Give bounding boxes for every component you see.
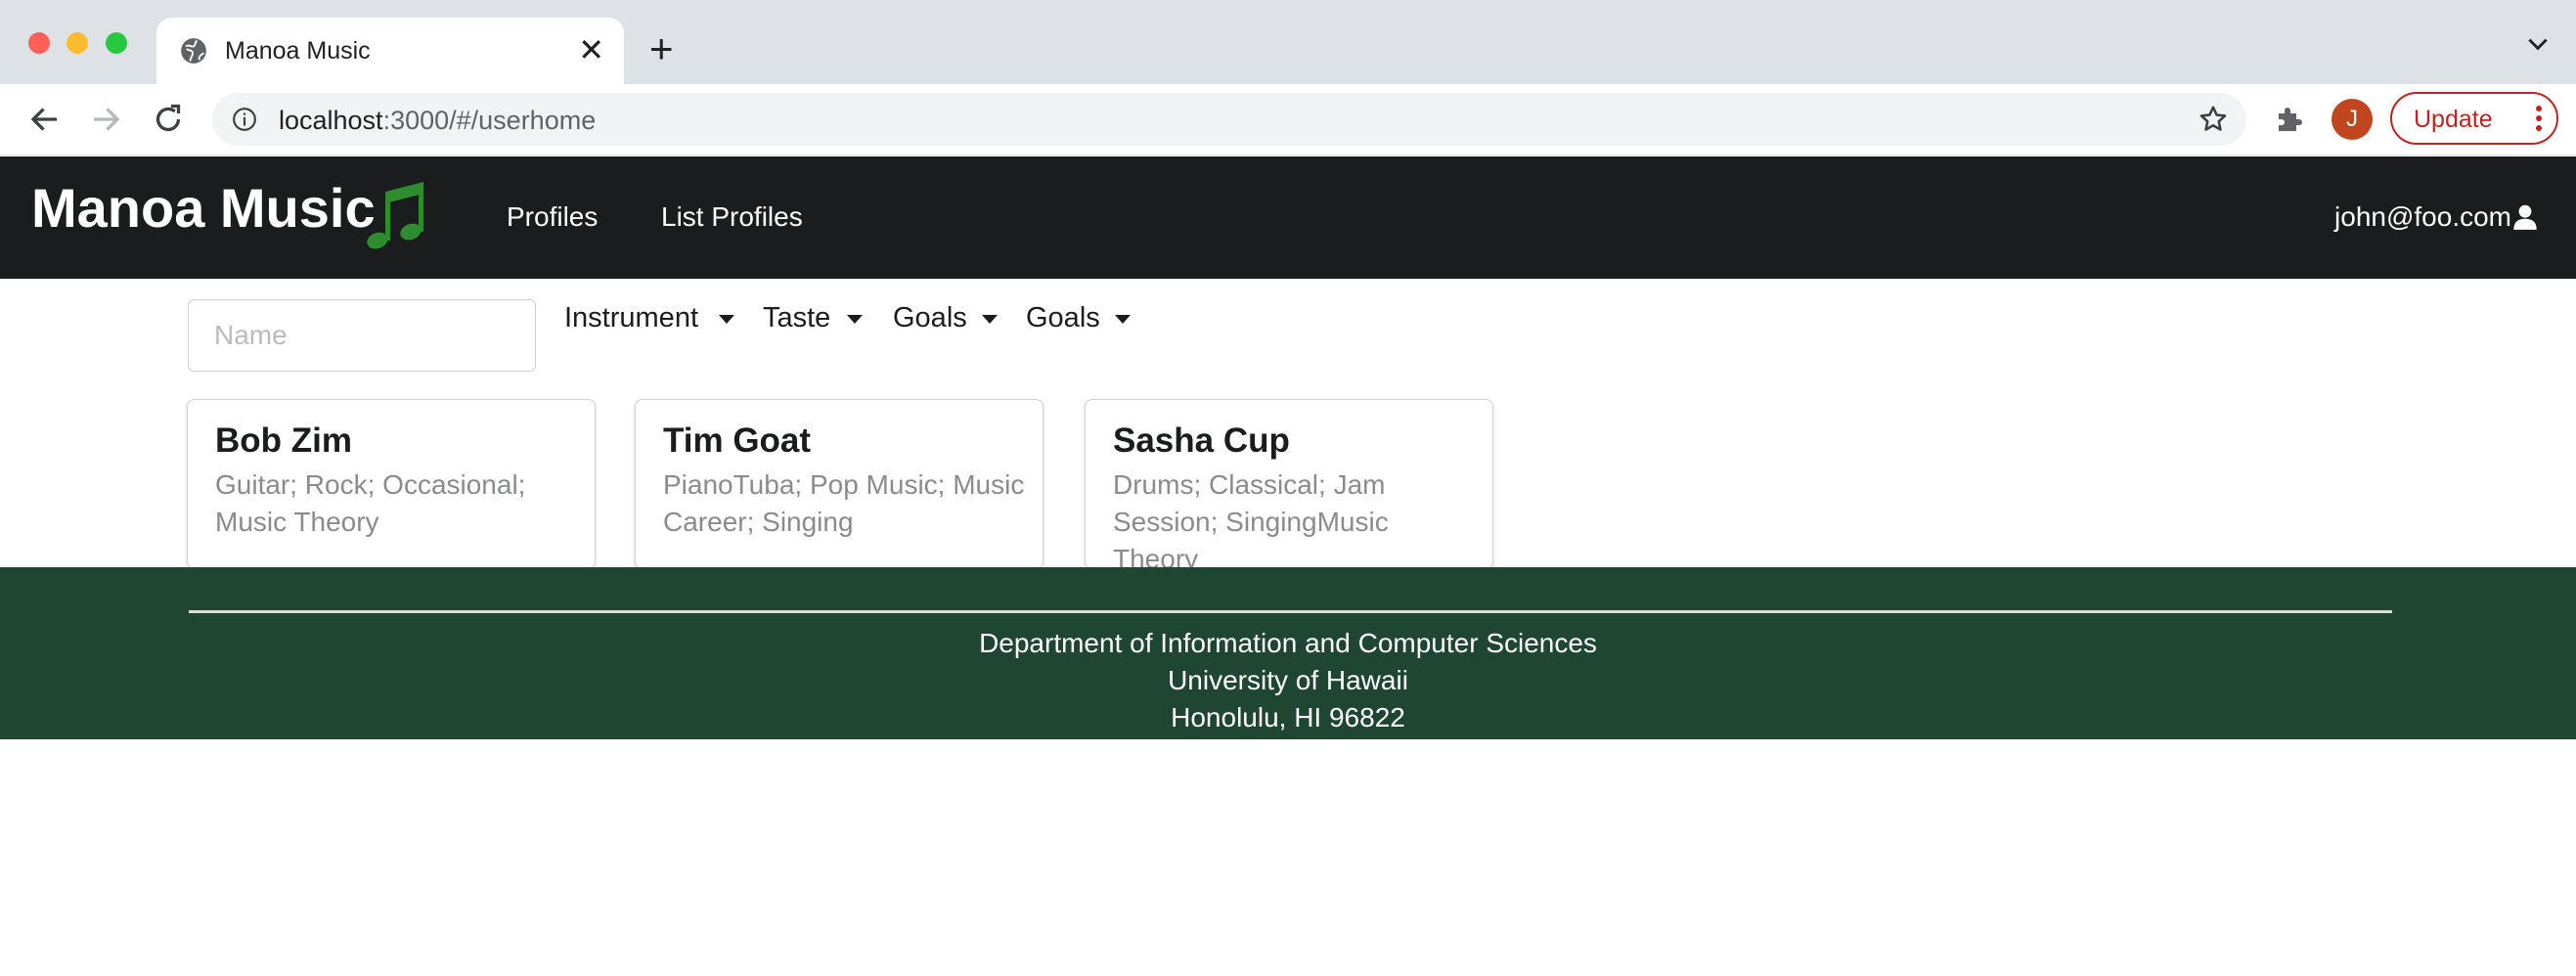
- nav-item-profiles[interactable]: Profiles: [507, 201, 598, 233]
- caret-down-icon: [1115, 315, 1131, 324]
- url-host: localhost: [279, 106, 383, 135]
- bookmark-star-icon[interactable]: [2198, 104, 2229, 135]
- browser-toolbar: localhost:3000/#/userhome J Update: [0, 84, 2576, 155]
- taste-dropdown[interactable]: Taste: [763, 302, 863, 341]
- globe-icon: [181, 38, 206, 64]
- window-zoom-button[interactable]: [106, 32, 127, 54]
- taste-dropdown-label: Taste: [763, 302, 831, 333]
- goals-dropdown-secondary-label: Goals: [1026, 302, 1100, 333]
- browser-tab[interactable]: Manoa Music ✕: [156, 18, 624, 84]
- profile-card[interactable]: Bob Zim Guitar; Rock; Occasional; Music …: [187, 399, 596, 569]
- caret-down-icon: [847, 315, 863, 324]
- window-minimize-button[interactable]: [67, 32, 88, 54]
- chevron-down-icon[interactable]: [2525, 31, 2551, 57]
- instrument-dropdown-label: Instrument: [564, 302, 698, 333]
- profile-card-name: Bob Zim: [215, 421, 352, 460]
- footer-university: University of Hawaii: [1168, 665, 1408, 695]
- url-text: localhost:3000/#/userhome: [279, 106, 596, 136]
- tab-close-icon[interactable]: ✕: [578, 33, 604, 67]
- goals-dropdown-secondary[interactable]: Goals: [1026, 302, 1131, 341]
- update-label: Update: [2414, 106, 2493, 133]
- browser-tab-strip: Manoa Music ✕ +: [0, 0, 2576, 84]
- profile-card[interactable]: Sasha Cup Drums; Classical; Jam Session;…: [1085, 399, 1493, 574]
- brand-title[interactable]: Manoa Music: [31, 176, 376, 240]
- profile-card-meta: Guitar; Rock; Occasional; Music Theory: [215, 469, 526, 537]
- profile-card-name: Tim Goat: [663, 421, 812, 460]
- goals-dropdown[interactable]: Goals: [893, 302, 998, 341]
- info-icon[interactable]: [232, 107, 257, 132]
- profile-avatar[interactable]: J: [2332, 99, 2373, 140]
- more-vertical-icon: [2536, 106, 2542, 131]
- extensions-puzzle-icon[interactable]: [2273, 102, 2308, 137]
- user-icon[interactable]: [2511, 203, 2539, 231]
- reload-icon[interactable]: [151, 102, 186, 137]
- profile-card-meta: Drums; Classical; Jam Session; SingingMu…: [1113, 469, 1389, 574]
- page-footer: Department of Information and Computer S…: [0, 567, 2576, 739]
- name-search-input[interactable]: [188, 299, 536, 372]
- forward-arrow-icon[interactable]: [88, 102, 123, 137]
- instrument-dropdown[interactable]: Instrument: [564, 302, 734, 341]
- caret-down-icon: [719, 315, 734, 324]
- profile-card-meta: PianoTuba; Pop Music; Music Career; Sing…: [663, 469, 1025, 537]
- footer-department: Department of Information and Computer S…: [979, 628, 1597, 658]
- new-tab-plus-icon[interactable]: +: [649, 26, 674, 71]
- nav-item-list-profiles[interactable]: List Profiles: [661, 201, 803, 233]
- tab-title: Manoa Music: [225, 37, 371, 65]
- user-email[interactable]: john@foo.com: [2334, 201, 2511, 233]
- update-button[interactable]: Update: [2390, 92, 2558, 145]
- music-note-icon: [367, 182, 423, 249]
- footer-divider: [189, 610, 2392, 613]
- footer-address: Honolulu, HI 96822: [1171, 702, 1405, 732]
- back-arrow-icon[interactable]: [27, 102, 63, 137]
- address-bar[interactable]: localhost:3000/#/userhome: [212, 93, 2246, 146]
- goals-dropdown-label: Goals: [893, 302, 967, 333]
- window-close-button[interactable]: [28, 32, 50, 54]
- url-path: :3000/#/userhome: [382, 106, 597, 135]
- caret-down-icon: [982, 315, 998, 324]
- profile-card[interactable]: Tim Goat PianoTuba; Pop Music; Music Car…: [635, 399, 1044, 569]
- profile-card-name: Sasha Cup: [1113, 421, 1290, 460]
